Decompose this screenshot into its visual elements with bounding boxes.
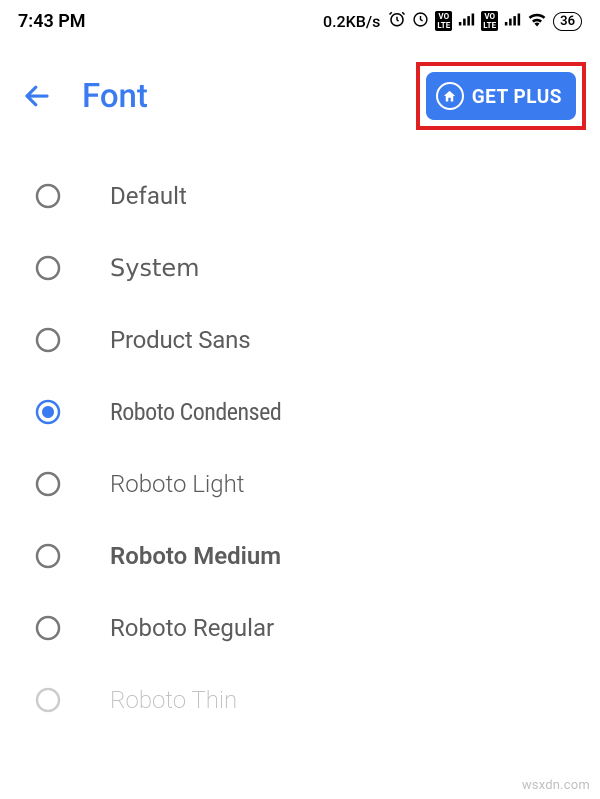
radio-icon bbox=[34, 326, 62, 354]
volte-icon-1: VOLTE bbox=[435, 11, 452, 31]
status-time: 7:43 PM bbox=[18, 11, 86, 32]
font-option-product-sans[interactable]: Product Sans bbox=[0, 304, 600, 376]
status-icons: 0.2KB/s VOLTE VOLTE 36 bbox=[323, 10, 582, 32]
font-label: Roboto Medium bbox=[110, 542, 281, 570]
radio-icon-selected bbox=[34, 398, 62, 426]
get-plus-button[interactable]: GET PLUS bbox=[426, 72, 576, 120]
font-option-roboto-thin[interactable]: Roboto Thin bbox=[0, 664, 600, 736]
signal-icon-2 bbox=[504, 12, 521, 31]
font-list: Default System Product Sans Roboto Conde… bbox=[0, 150, 600, 736]
font-label: Roboto Thin bbox=[110, 686, 237, 714]
signal-icon-1 bbox=[458, 12, 475, 31]
volte-icon-2: VOLTE bbox=[481, 11, 498, 31]
radio-icon bbox=[34, 470, 62, 498]
font-option-roboto-regular[interactable]: Roboto Regular bbox=[0, 592, 600, 664]
radio-icon bbox=[34, 254, 62, 282]
font-label: Roboto Regular bbox=[110, 614, 274, 642]
radio-icon bbox=[34, 614, 62, 642]
font-label: Default bbox=[110, 182, 187, 210]
wifi-icon bbox=[527, 11, 547, 31]
home-icon bbox=[436, 82, 464, 110]
get-plus-label: GET PLUS bbox=[472, 85, 562, 108]
battery-level: 36 bbox=[553, 12, 582, 31]
sync-icon bbox=[412, 11, 429, 32]
page-title: Font bbox=[82, 77, 386, 116]
radio-icon bbox=[34, 542, 62, 570]
back-button[interactable] bbox=[22, 81, 52, 111]
font-option-default[interactable]: Default bbox=[0, 160, 600, 232]
network-speed: 0.2KB/s bbox=[323, 12, 380, 31]
radio-icon bbox=[34, 686, 62, 714]
get-plus-highlight: GET PLUS bbox=[416, 62, 586, 130]
font-label: Product Sans bbox=[110, 326, 250, 354]
font-option-roboto-medium[interactable]: Roboto Medium bbox=[0, 520, 600, 592]
alarm-icon bbox=[388, 10, 406, 32]
font-label: Roboto Condensed bbox=[110, 398, 281, 426]
font-option-roboto-condensed[interactable]: Roboto Condensed bbox=[0, 376, 600, 448]
status-bar: 7:43 PM 0.2KB/s VOLTE VOLTE 36 bbox=[0, 0, 600, 40]
font-label: Roboto Light bbox=[110, 470, 245, 498]
watermark: wsxdn.com bbox=[522, 778, 590, 793]
radio-icon bbox=[34, 182, 62, 210]
font-option-roboto-light[interactable]: Roboto Light bbox=[0, 448, 600, 520]
font-option-system[interactable]: System bbox=[0, 232, 600, 304]
app-bar: Font GET PLUS bbox=[0, 40, 600, 150]
arrow-left-icon bbox=[22, 81, 52, 111]
font-label: System bbox=[110, 254, 200, 282]
